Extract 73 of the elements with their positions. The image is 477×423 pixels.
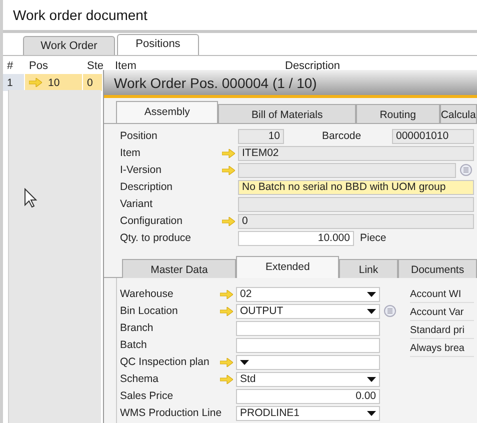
link-arrow-icon[interactable] xyxy=(222,148,235,158)
caret-icon[interactable] xyxy=(367,376,376,382)
tab[interactable]: Master Data xyxy=(122,259,236,278)
caret-icon[interactable] xyxy=(367,308,376,314)
input-field[interactable]: 0 xyxy=(238,214,474,228)
table-cell: 1 xyxy=(3,74,25,91)
caret-icon[interactable] xyxy=(367,410,376,416)
input-field[interactable]: 10.000 xyxy=(238,230,354,246)
field-label: Description xyxy=(120,181,174,193)
link-arrow-icon[interactable] xyxy=(220,290,233,298)
caret-icon[interactable] xyxy=(367,292,376,296)
link-arrow-icon[interactable] xyxy=(220,358,233,366)
field-label: Schema xyxy=(120,373,160,385)
mouse-pointer-icon xyxy=(24,188,37,208)
field-label: Item xyxy=(120,147,142,159)
column-header: Description xyxy=(284,60,342,72)
field-label: Standard pri xyxy=(410,322,474,339)
tab[interactable]: Link xyxy=(338,259,398,278)
link-arrow-icon[interactable] xyxy=(222,216,235,226)
input-field[interactable]: 10 xyxy=(238,128,284,144)
input-field[interactable]: ITEM02 xyxy=(238,146,474,160)
field-label: Position xyxy=(120,130,158,142)
field-label: I-Version xyxy=(120,164,162,176)
tab[interactable]: Calcula xyxy=(440,104,477,123)
unit-label: Piece xyxy=(360,232,386,244)
input-field[interactable]: 000001010 xyxy=(392,128,474,144)
input-field[interactable]: 0.00 xyxy=(236,388,380,404)
link-arrow-icon[interactable] xyxy=(220,306,233,316)
field-label: QC Inspection plan xyxy=(120,356,210,368)
input-field[interactable]: No Batch no serial no BBD with UOM group xyxy=(238,180,474,194)
table-cell: 0 xyxy=(83,74,103,91)
list-icon[interactable] xyxy=(384,305,396,317)
field-label: Account Var xyxy=(410,304,474,321)
input-field[interactable] xyxy=(236,320,380,336)
tab[interactable]: Routing xyxy=(356,104,440,123)
column-header: # xyxy=(6,60,14,72)
field-label: Configuration xyxy=(120,215,184,227)
input-field[interactable] xyxy=(238,162,456,178)
tab[interactable]: Bill of Materials xyxy=(218,104,356,123)
list-icon[interactable] xyxy=(460,164,472,176)
field-label: Warehouse xyxy=(120,288,174,300)
field-label: WMS Production Line xyxy=(120,407,220,419)
dropdown-field[interactable] xyxy=(236,354,380,370)
tab[interactable]: Work Order xyxy=(23,36,115,55)
tab[interactable]: Assembly xyxy=(116,101,218,123)
column-header: Pos xyxy=(28,60,49,72)
dialog-title: Work Order Pos. 000004 (1 / 10) xyxy=(104,70,477,98)
field-label: Barcode xyxy=(321,130,362,142)
dropdown-field[interactable]: Std xyxy=(236,372,380,386)
tab[interactable]: Positions xyxy=(117,34,199,55)
window-title: Work order document xyxy=(3,0,477,33)
link-arrow-icon[interactable] xyxy=(222,166,235,174)
field-label: Branch xyxy=(120,322,154,334)
dropdown-field[interactable]: OUTPUT xyxy=(236,304,380,318)
field-label: Always brea xyxy=(410,340,474,357)
field-label: Batch xyxy=(120,339,148,351)
field-label: Bin Location xyxy=(120,305,179,317)
caret-icon[interactable] xyxy=(240,360,249,364)
field-label: Account WI xyxy=(410,286,474,303)
input-field[interactable] xyxy=(238,196,474,212)
field-label: Sales Price xyxy=(120,390,174,402)
link-arrow-icon[interactable] xyxy=(220,374,233,384)
input-field[interactable] xyxy=(236,338,380,352)
column-header: Item xyxy=(114,60,138,72)
field-label: Qty. to produce xyxy=(120,232,192,244)
table-cell: 10 xyxy=(25,74,83,91)
dropdown-field[interactable]: PRODLINE1 xyxy=(236,406,380,420)
link-arrow-icon[interactable] xyxy=(29,78,42,87)
dropdown-field[interactable]: 02 xyxy=(236,286,380,302)
column-header: Ste xyxy=(86,60,105,72)
tab[interactable]: Extended xyxy=(236,256,339,278)
tab[interactable]: Documents xyxy=(398,259,477,278)
field-label: Variant xyxy=(120,198,154,210)
